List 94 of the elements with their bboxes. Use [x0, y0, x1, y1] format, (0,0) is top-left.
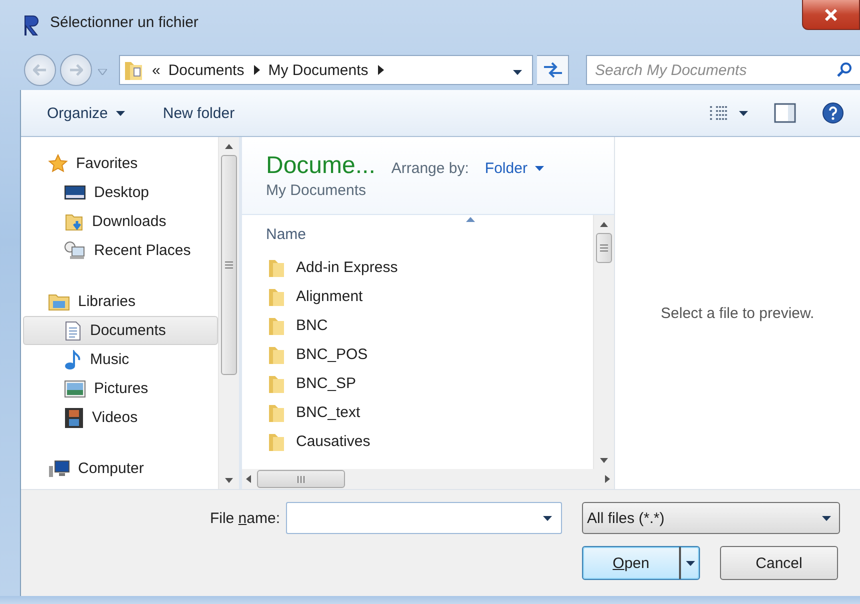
folder-icon: [268, 402, 286, 422]
caret-icon: [739, 110, 748, 116]
overflow-chevron[interactable]: «: [152, 62, 160, 78]
caret-icon: [686, 560, 694, 566]
grip-icon: [296, 476, 306, 482]
preview-pane-button[interactable]: [772, 101, 798, 125]
file-type-dropdown[interactable]: All files (*.*): [582, 502, 840, 534]
navigation-item[interactable]: Computer: [23, 454, 218, 483]
navigation-item[interactable]: Music: [23, 345, 218, 374]
caret-icon: [822, 516, 831, 520]
scrollbar-thumb[interactable]: [596, 233, 612, 263]
chevron-right-icon: [378, 65, 384, 75]
picture-frame-icon: [64, 380, 86, 398]
document-icon: [64, 320, 82, 340]
forward-button[interactable]: [60, 54, 92, 86]
file-name-field[interactable]: [286, 502, 562, 534]
left-arrow-icon: [33, 64, 47, 76]
navigation-item[interactable]: Desktop: [23, 178, 218, 207]
dialog-button[interactable]: Open: [582, 546, 700, 580]
vertical-scrollbar[interactable]: [218, 137, 239, 489]
desktop-icon: [64, 184, 86, 202]
horizontal-scrollbar[interactable]: [242, 469, 614, 489]
sort-ascending-icon: [466, 217, 475, 222]
scrollbar-thumb[interactable]: [221, 155, 237, 375]
folder-icon: [268, 258, 286, 278]
file-item[interactable]: BNC_SP: [242, 369, 593, 398]
file-item[interactable]: BNC: [242, 311, 593, 340]
toolbar-button[interactable]: Organize: [45, 100, 127, 126]
caret-icon: [116, 110, 125, 116]
close-icon: [824, 8, 838, 20]
details-view-icon: [709, 105, 729, 121]
column-header[interactable]: Name: [242, 215, 593, 253]
breadcrumb[interactable]: My Documents: [268, 62, 368, 78]
recent-places-icon: [64, 240, 86, 260]
navigation-item[interactable]: Downloads: [23, 207, 218, 236]
library-subtitle: My Documents: [266, 182, 368, 199]
refresh-button[interactable]: [537, 55, 569, 85]
close-button[interactable]: [802, 0, 860, 30]
help-icon: [822, 102, 844, 124]
folder-icon: [268, 286, 286, 306]
file-item[interactable]: BNC_POS: [242, 340, 593, 369]
grip-icon: [225, 260, 233, 270]
film-strip-icon: [64, 406, 84, 428]
chevron-right-icon: [254, 65, 260, 75]
navigation-item[interactable]: Recent Places: [23, 236, 218, 265]
down-arrow-icon: [225, 478, 233, 482]
refresh-arrows-icon: [542, 62, 562, 78]
navigation-item[interactable]: Libraries: [23, 287, 218, 316]
search-field[interactable]: Search My Documents: [586, 55, 860, 85]
dialog-button[interactable]: Cancel: [720, 546, 838, 580]
right-arrow-icon: [605, 475, 610, 483]
scrollbar-thumb[interactable]: [257, 470, 345, 488]
folder-icon: [268, 344, 286, 364]
folder-icon: [268, 432, 286, 452]
folder-icon: [268, 316, 286, 336]
file-item[interactable]: Alignment: [242, 282, 593, 311]
folder-icon: [124, 59, 144, 81]
file-item[interactable]: Causatives: [242, 427, 593, 456]
window-title: Sélectionner un fichier: [50, 14, 198, 31]
navigation-item[interactable]: Videos: [23, 403, 218, 432]
navigation-item[interactable]: Documents: [23, 316, 218, 345]
address-bar[interactable]: « Documents My Documents: [119, 55, 533, 85]
help-button[interactable]: [820, 100, 846, 126]
caret-icon: [543, 516, 552, 521]
up-arrow-icon: [225, 144, 233, 148]
right-arrow-icon: [69, 64, 83, 76]
vertical-scrollbar[interactable]: [593, 215, 614, 469]
grip-icon: [600, 244, 608, 252]
preview-pane-icon: [774, 103, 796, 123]
library-title: Docume...: [266, 152, 376, 180]
folder-download-icon: [64, 212, 84, 232]
left-arrow-icon: [246, 475, 251, 483]
back-button[interactable]: [24, 54, 56, 86]
file-item[interactable]: Add-in Express: [242, 253, 593, 282]
preview-message: Select a file to preview.: [660, 304, 814, 322]
navigation-item[interactable]: Favorites: [23, 149, 218, 178]
arrange-dropdown[interactable]: Folder: [484, 160, 544, 177]
navigation-item[interactable]: Pictures: [23, 374, 218, 403]
breadcrumb[interactable]: Documents: [168, 62, 244, 78]
library-folder-icon: [48, 292, 70, 310]
caret-icon: [535, 166, 544, 171]
search-icon: [836, 62, 852, 78]
toolbar-button[interactable]: New folder: [160, 100, 237, 126]
music-note-icon: [64, 350, 82, 370]
up-arrow-icon: [600, 222, 608, 226]
computer-icon: [48, 460, 70, 478]
folder-icon: [268, 374, 286, 394]
file-name-label: File name:: [210, 510, 280, 526]
star-icon: [48, 154, 68, 174]
file-item[interactable]: BNC_text: [242, 398, 593, 427]
down-arrow-icon: [600, 458, 608, 462]
caret-icon: [98, 68, 107, 74]
arrange-label: Arrange by:: [391, 160, 469, 177]
caret-icon: [513, 70, 522, 74]
